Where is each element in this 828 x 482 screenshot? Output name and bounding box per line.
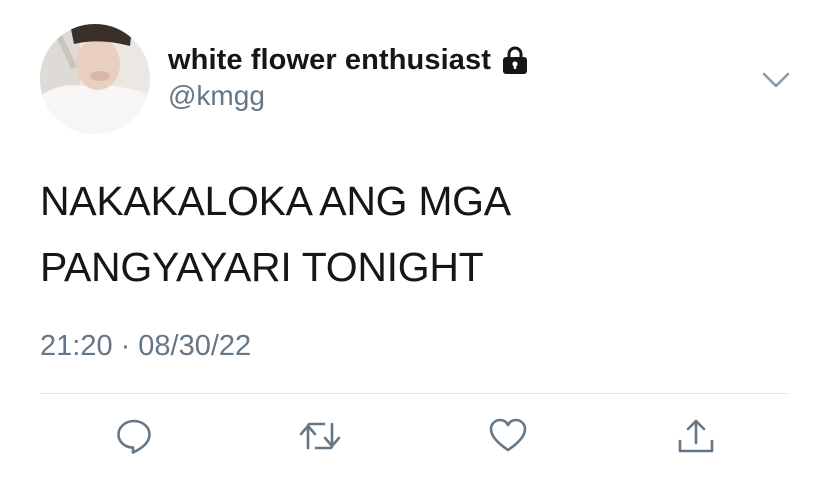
timestamp[interactable]: 21:20 · 08/30/22 <box>40 330 251 363</box>
divider <box>40 393 788 394</box>
reply-icon <box>117 419 151 454</box>
share-icon <box>678 419 714 453</box>
retweet-icon <box>299 422 341 450</box>
separator-dot: · <box>120 330 131 362</box>
retweet-button[interactable] <box>298 414 342 458</box>
tweet-card: white flower enthusiast @kmgg NAKAKALOKA… <box>0 0 828 482</box>
reply-button[interactable] <box>112 414 156 458</box>
tweet-text-line: PANGYAYARI TONIGHT <box>40 244 484 290</box>
avatar-photo <box>40 24 150 134</box>
tweet-time: 21:20 <box>40 330 113 362</box>
share-button[interactable] <box>674 414 718 458</box>
author-header: white flower enthusiast <box>168 40 529 80</box>
display-name[interactable]: white flower enthusiast <box>168 44 491 77</box>
tweet-text-line: NAKAKALOKA ANG MGA <box>40 178 511 224</box>
chevron-down-icon[interactable] <box>760 64 792 96</box>
heart-icon <box>489 418 527 452</box>
like-button[interactable] <box>486 414 530 458</box>
tweet-text: NAKAKALOKA ANG MGA PANGYAYARI TONIGHT <box>40 168 760 300</box>
lock-icon <box>501 45 529 75</box>
tweet-date: 08/30/22 <box>138 330 252 362</box>
avatar[interactable] <box>40 24 150 134</box>
username-handle[interactable]: @kmgg <box>168 80 265 112</box>
